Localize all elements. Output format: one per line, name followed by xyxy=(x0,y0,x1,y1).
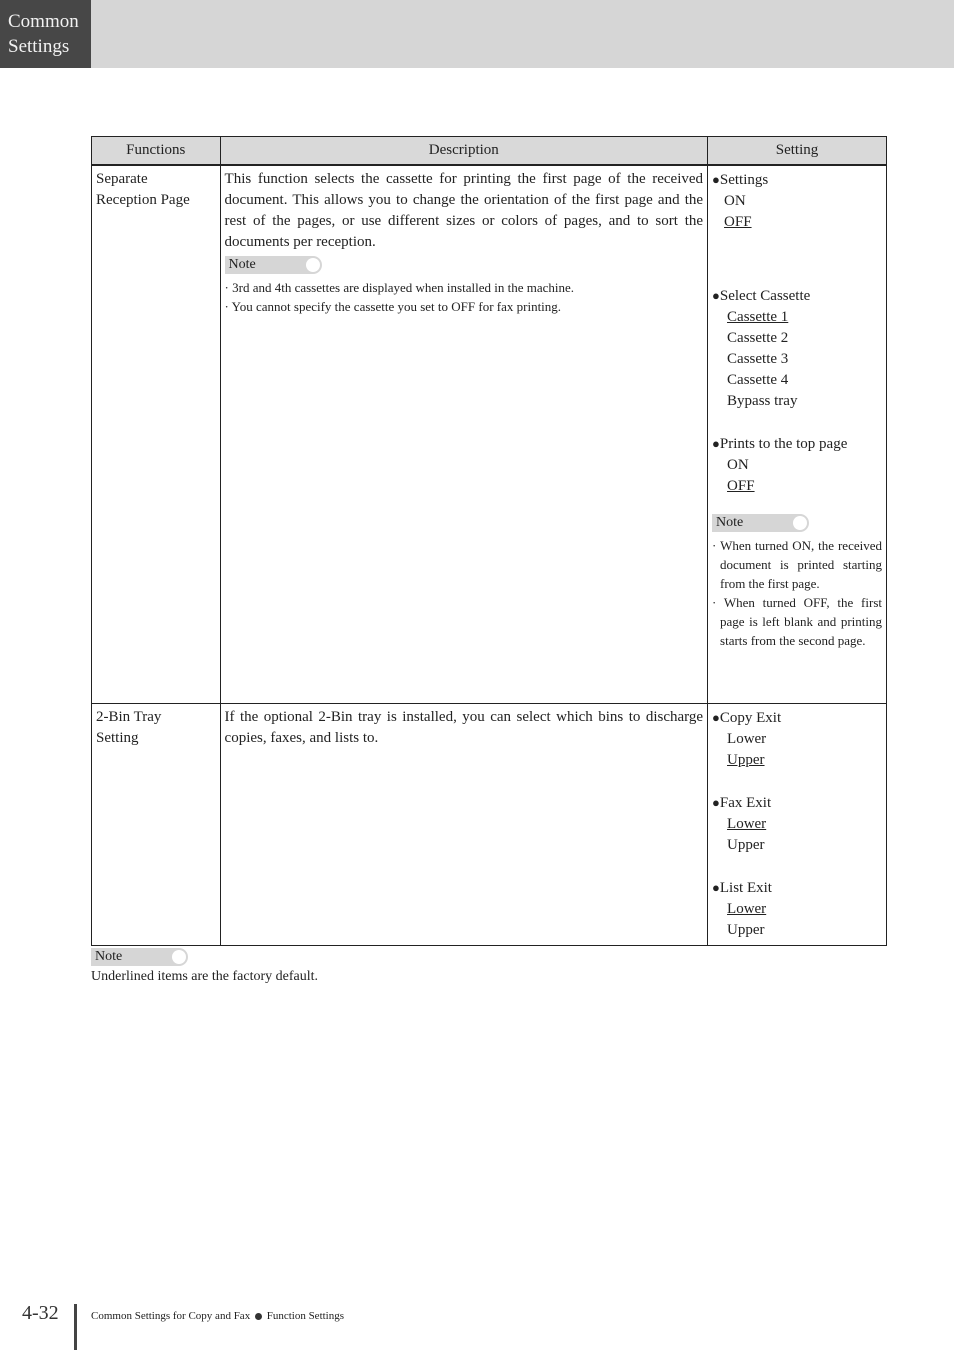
setting-option-default: Cassette 1 xyxy=(727,309,789,325)
footer-breadcrumb: Common Settings for Copy and Fax Functio… xyxy=(91,1310,344,1322)
note-knob-icon xyxy=(793,516,808,530)
function-name-line: Setting xyxy=(96,729,139,746)
table-header-row: Functions Description Setting xyxy=(91,136,887,166)
setting-group-title: ●Prints to the top page xyxy=(712,436,848,452)
footer-divider xyxy=(74,1304,77,1350)
setting-group-title: ●Copy Exit xyxy=(712,709,782,726)
setting-option-default: OFF xyxy=(724,214,752,230)
section-title-line2: Settings xyxy=(8,36,70,57)
setting-option: Cassette 2 xyxy=(727,330,789,346)
setting-option: Upper xyxy=(727,921,765,938)
setting-option: Cassette 4 xyxy=(727,372,789,388)
bullet-icon xyxy=(254,1312,262,1320)
table-row: Separate Reception Page This function se… xyxy=(91,164,887,704)
bullet-icon: ● xyxy=(712,794,720,810)
function-name-line: Reception Page xyxy=(96,192,190,208)
note-label-text: Note xyxy=(716,515,744,530)
note-item: · You cannot specify the cassette you se… xyxy=(224,299,562,314)
section-title-line1: Common xyxy=(8,11,79,32)
note-label-text: Note xyxy=(95,949,123,964)
section-tab: Common Settings xyxy=(0,0,91,68)
description-text: If the optional 2-Bin tray is installed,… xyxy=(224,708,704,746)
setting-option-default: Upper xyxy=(727,751,765,768)
header-bar xyxy=(0,0,954,68)
function-cell: Separate Reception Page xyxy=(91,164,221,704)
function-cell: 2-Bin Tray Setting xyxy=(91,702,221,946)
footer-section: Function Settings xyxy=(266,1310,345,1322)
description-cell: If the optional 2-Bin tray is installed,… xyxy=(219,702,709,946)
column-header-setting: Setting xyxy=(707,136,887,166)
bottom-note: Note xyxy=(91,945,188,970)
function-name-line: 2-Bin Tray xyxy=(96,708,162,725)
note-item: · When turned OFF, the first page is lef… xyxy=(712,595,882,648)
column-header-description: Description xyxy=(219,136,709,166)
note-label-text: Note xyxy=(228,257,256,272)
setting-group-title: ●Settings xyxy=(712,172,769,188)
setting-option: Upper xyxy=(727,836,765,853)
setting-option: ON xyxy=(727,457,749,473)
description-text: This function selects the cassette for p… xyxy=(224,171,704,250)
note-item: · 3rd and 4th cassettes are displayed wh… xyxy=(224,280,574,295)
note-knob-icon xyxy=(305,258,320,272)
setting-group-title: ●List Exit xyxy=(712,879,772,896)
setting-option-default: Lower xyxy=(727,815,767,832)
bottom-note-text: Underlined items are the factory default… xyxy=(91,969,319,984)
setting-cell: ●Copy Exit Lower Upper ●Fax Exit Lower U… xyxy=(707,702,887,946)
setting-group-title: ●Select Cassette xyxy=(712,288,811,304)
page-number: 4-32 xyxy=(22,1302,59,1324)
function-name-line: Separate xyxy=(96,171,148,187)
note-knob-icon xyxy=(172,950,186,964)
description-cell: This function selects the cassette for p… xyxy=(219,164,709,704)
setting-option: ON xyxy=(724,193,746,209)
note-item: · When turned ON, the received document … xyxy=(712,538,882,591)
setting-option: Bypass tray xyxy=(727,393,798,409)
setting-option: Cassette 3 xyxy=(727,351,789,367)
footer-chapter: Common Settings for Copy and Fax xyxy=(91,1310,251,1322)
note-label: Note xyxy=(712,514,810,532)
bullet-icon: ● xyxy=(712,709,720,725)
bullet-icon: ● xyxy=(712,288,720,303)
function-settings-table: Functions Description Setting Separate R… xyxy=(91,136,887,946)
column-header-functions: Functions xyxy=(91,136,221,166)
bullet-icon: ● xyxy=(712,436,720,451)
table-row: 2-Bin Tray Setting If the optional 2-Bin… xyxy=(91,702,887,946)
setting-cell: ●Settings ON OFF ●Select Cassette Casset… xyxy=(707,164,887,704)
bullet-icon: ● xyxy=(712,172,720,187)
bullet-icon: ● xyxy=(712,879,720,895)
note-label: Note xyxy=(91,948,188,966)
setting-group-title: ●Fax Exit xyxy=(712,794,772,811)
setting-option-default: Lower xyxy=(727,900,767,917)
note-label: Note xyxy=(224,256,322,274)
setting-option: Lower xyxy=(727,730,767,747)
setting-option-default: OFF xyxy=(727,478,755,494)
